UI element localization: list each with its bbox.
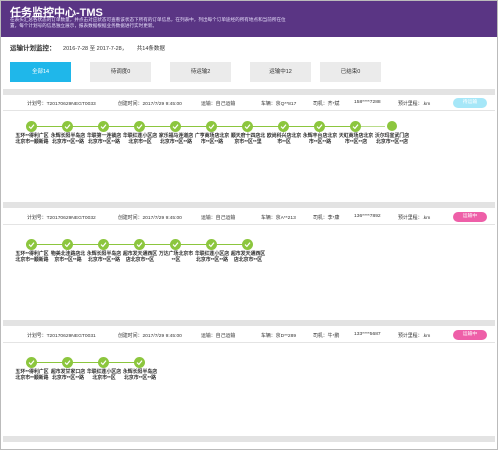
stop-label: 永辉长阳半岛店北京市**区**路 [122,370,158,381]
stop-label: 超市发甘家口店北京市**区**路 [50,370,86,381]
driver-phone: 133****5687 [354,332,381,337]
check-icon [26,239,37,250]
page-header: 任务监控中心-TMS 在表头汇总各状态的订单数量，并点击对应状态可查看该状态下所… [1,1,497,37]
date-range[interactable]: 2016-7-28 至 2017-7-28， [63,46,127,52]
plan-number: 计划号：T20170629NEGT0032 [27,216,96,221]
stop-label: 华联第一连锁店北京市**区**路 [86,134,122,145]
stop-label: 顺天府十四店北京市**区**里 [230,134,266,145]
driver-name: 司机：李*康 [313,216,340,221]
check-icon [134,121,145,132]
driver-name: 司机：牛*鹏 [313,334,340,339]
estimated-mileage: 预计里程：.km [398,334,431,339]
check-icon [62,121,73,132]
divider [3,320,495,326]
check-icon [62,239,73,250]
order-card: 计划号：T20170629NEGT0033 创建时间：2017/7/29 9:4… [3,96,495,200]
check-icon [170,121,181,132]
stop-label: 超市发天通西区店北京市**区 [122,252,158,263]
check-icon [206,121,217,132]
check-icon [98,121,109,132]
created-time: 创建时间：2017/7/29 9:45:00 [118,334,182,339]
tab-pending-dispatch[interactable]: 待调度0 [90,62,151,82]
check-icon [314,121,325,132]
stop-label: 华联红莲小区店北京市**区**路 [194,252,230,263]
route-line [29,126,353,127]
check-icon [278,121,289,132]
divider [3,89,495,95]
check-icon [170,239,181,250]
transport-type: 运输：自己运输 [201,216,236,221]
stop-label: 天虹商场店北京市**区**店 [338,134,374,145]
tab-in-transit[interactable]: 运输中12 [250,62,311,82]
estimated-mileage: 预计里程：.km [398,216,431,221]
stop-label: 五环**得利广区北京市**顺新路 [15,252,49,263]
stop-label: 沃尔玛宣武门店北京市**区**店 [374,134,410,145]
divider [3,202,495,208]
stop-label: 永辉长阳半岛店北京市**区**路 [86,252,122,263]
stop-label: 华联红莲小区店北京市**区 [86,370,122,381]
check-icon [242,121,253,132]
status-badge[interactable]: 运输中 [453,330,487,340]
status-badge[interactable]: 运输中 [453,212,487,222]
vehicle-plate: 车辆：京D**289 [261,334,297,339]
check-icon [350,121,361,132]
route-track: 五环**得利广区北京市**顺新路 超市发甘家口店北京市**区**路 华联红莲小区… [3,340,495,400]
page-description: 在表头汇总各状态的订单数量，并点击对应状态可查看该状态下所有的订单信息，在列表中… [10,17,286,28]
stop-label: 家乐福马连道店北京市**区**路 [158,134,194,145]
summary-bar: 运输计划监控： 2016-7-28 至 2017-7-28， 共14条数据 [10,42,165,52]
total-count: 共14条数据 [136,46,165,52]
driver-phone: 136****7892 [354,214,381,219]
check-icon [98,357,109,368]
stop-label: 万达广场北京市**区 [158,252,194,263]
tab-all[interactable]: 全部14 [10,62,71,82]
stop-label: 超市发天通西区店北京市**区 [230,252,266,263]
order-card: 计划号：T20170629NEGT0031 创建时间：2017/7/29 9:4… [3,328,495,433]
stop-label: 广亨商场店北京市**区**路 [194,134,230,145]
route-track: 五环**得利广区北京市**顺新路 物美北洼路店北京市**区**路 永辉长阳半岛店… [3,222,495,282]
tab-finished[interactable]: 已结束0 [320,62,381,82]
check-icon [62,357,73,368]
tab-pending-transport[interactable]: 待运输2 [170,62,231,82]
vehicle-plate: 车辆：京A**213 [261,216,296,221]
stop-label: 五环**得利广区北京市**顺新路 [15,370,49,381]
check-icon [98,239,109,250]
summary-label: 运输计划监控： [10,45,56,52]
check-icon [26,121,37,132]
stop-label: 永辉长阳半岛店北京市**区**路 [50,134,86,145]
route-track: 五环**得利广区北京市**顺新路 永辉长阳半岛店北京市**区**路 华联第一连锁… [3,104,495,164]
check-icon [206,239,217,250]
stop-label: 物美北洼路店北京市**区**路 [50,252,86,263]
stop-label: 永辉丰台店北京市**区**路 [302,134,338,145]
stop-label: 欧尚科兴店北京市**区 [266,134,302,145]
check-icon [134,357,145,368]
check-icon [134,239,145,250]
created-time: 创建时间：2017/7/29 9:45:00 [118,216,182,221]
stop-label: 华联红莲小区店北京市**区 [122,134,158,145]
transport-type: 运输：自己运输 [201,334,236,339]
stop-label: 五环**得利广区北京市**顺新路 [15,134,49,145]
check-icon [242,239,253,250]
route-line [29,362,137,363]
plan-number: 计划号：T20170629NEGT0031 [27,334,96,339]
order-card: 计划号：T20170629NEGT0032 创建时间：2017/7/29 9:4… [3,210,495,315]
divider [3,436,495,442]
check-icon [26,357,37,368]
pending-dot-icon [387,121,397,131]
